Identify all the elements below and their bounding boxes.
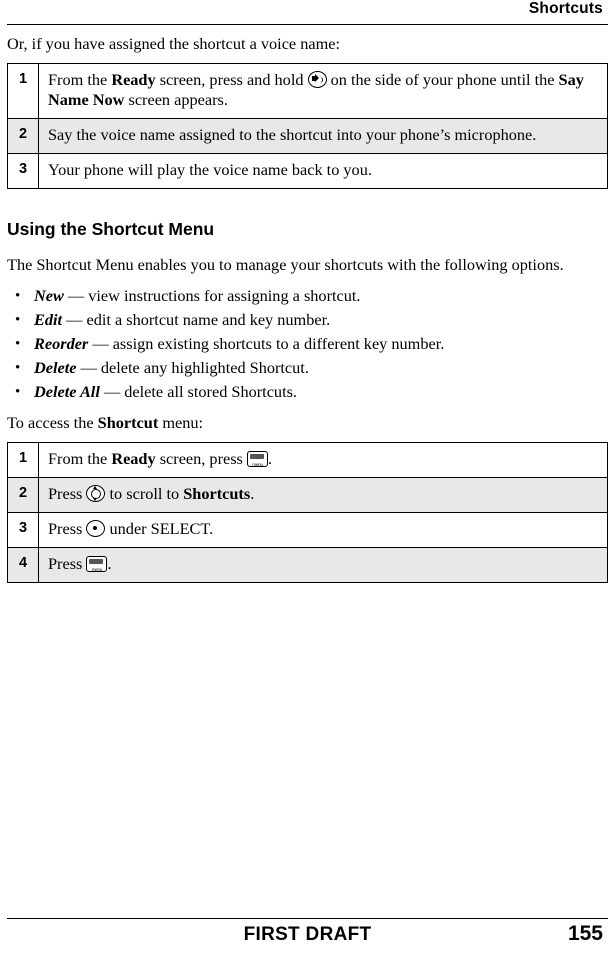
- section-description: The Shortcut Menu enables you to manage …: [7, 255, 564, 274]
- step-text: screen, press and hold: [155, 70, 308, 89]
- step-text: .: [250, 484, 255, 503]
- header-divider: [7, 24, 608, 25]
- page-header: Shortcuts: [0, 0, 615, 28]
- table-row: 1 From the Ready screen, press and hold o…: [7, 63, 608, 119]
- option-description: — edit a shortcut name and key number.: [62, 310, 331, 329]
- option-description: — assign existing shortcuts to a differe…: [88, 334, 445, 353]
- step-description: Press to scroll to Shortcuts.: [38, 477, 608, 513]
- option-name: Edit: [34, 310, 63, 329]
- table-row: 1 From the Ready screen, press menu.: [7, 442, 608, 478]
- step-text: Press: [48, 554, 87, 573]
- step-number: 1: [7, 442, 39, 478]
- step-number: 3: [7, 512, 39, 548]
- section-heading: Using the Shortcut Menu: [7, 219, 215, 239]
- step-number: 4: [7, 547, 39, 583]
- menu-key-bar: [249, 453, 264, 459]
- option-name: Reorder: [34, 334, 89, 353]
- option-description: — delete any highlighted Shortcut.: [76, 358, 309, 377]
- option-name: Delete All: [34, 382, 100, 401]
- step-text: under SELECT.: [105, 519, 214, 538]
- table-row: 2 Say the voice name assigned to the shor…: [7, 118, 608, 154]
- menu-key-label: menu: [91, 566, 103, 572]
- list-item: New — view instructions for assigning a …: [7, 284, 608, 308]
- option-name: Delete: [34, 358, 77, 377]
- navigation-key-icon: [86, 485, 106, 502]
- step-description: Press under SELECT.: [38, 512, 608, 548]
- step-number: 2: [7, 477, 39, 513]
- step-text: screen appears.: [124, 90, 228, 109]
- step-text: Press: [48, 484, 87, 503]
- nav-key-ring: [90, 488, 101, 499]
- select-key-dot: [93, 525, 98, 530]
- sound-wave-shape: [319, 76, 324, 83]
- step-text: From the: [48, 449, 112, 468]
- menu-key-icon: menu: [86, 556, 108, 572]
- step-text: Your phone will play the voice name back…: [48, 160, 372, 179]
- access-shortcut-menu-steps-table: 1 From the Ready screen, press menu. 2 Pres…: [7, 442, 608, 583]
- voice-name-steps-table: 1 From the Ready screen, press and hold o…: [7, 63, 608, 189]
- step-emphasis: Ready: [111, 449, 156, 468]
- step-description: Your phone will play the voice name back…: [38, 153, 608, 189]
- step-description: From the Ready screen, press and hold on…: [38, 63, 608, 119]
- step-emphasis: Shortcuts: [183, 484, 251, 503]
- intro-paragraph: Or, if you have assigned the shortcut a …: [7, 34, 341, 53]
- step-description: Say the voice name assigned to the short…: [38, 118, 608, 154]
- step-number: 1: [7, 63, 39, 119]
- step-text: .: [107, 554, 112, 573]
- table-row: 2 Press to scroll to Shortcuts.: [7, 477, 608, 513]
- step-text: on the side of your phone until the: [326, 70, 559, 89]
- footer-draft-label: FIRST DRAFT: [243, 924, 372, 945]
- select-key-icon: [86, 520, 106, 537]
- table-row: 3 Your phone will play the voice name bac…: [7, 153, 608, 189]
- option-description: — view instructions for assigning a shor…: [63, 286, 361, 305]
- menu-key-label: menu: [252, 461, 263, 467]
- option-description: — delete all stored Shortcuts.: [99, 382, 297, 401]
- menu-key-bar: [89, 558, 104, 564]
- footer-page-number: 155: [567, 922, 603, 945]
- access-intro-before: To access the: [7, 413, 98, 432]
- header-title: Shortcuts: [528, 0, 603, 17]
- step-text: Say the voice name assigned to the short…: [48, 125, 537, 144]
- page-content: Or, if you have assigned the shortcut a …: [7, 33, 608, 583]
- access-intro-after: menu:: [158, 413, 204, 432]
- step-text: to scroll to: [105, 484, 184, 503]
- step-number: 2: [7, 118, 39, 154]
- access-intro-bold: Shortcut: [97, 413, 159, 432]
- step-description: Press menu.: [38, 547, 608, 583]
- step-text: screen, press: [155, 449, 247, 468]
- table-row: 4 Press menu.: [7, 547, 608, 583]
- table-row: 3 Press under SELECT.: [7, 512, 608, 548]
- footer-divider: [7, 918, 608, 919]
- step-text: From the: [48, 70, 112, 89]
- step-emphasis: Ready: [111, 70, 156, 89]
- shortcut-menu-options-list: New — view instructions for assigning a …: [7, 284, 608, 404]
- step-description: From the Ready screen, press menu.: [38, 442, 608, 478]
- nav-down-arrow: [93, 498, 98, 502]
- access-intro-paragraph: To access the Shortcut menu:: [7, 412, 608, 433]
- step-text: Press: [48, 519, 87, 538]
- nav-up-arrow: [93, 485, 98, 489]
- option-name: New: [34, 286, 64, 305]
- page-footer: FIRST DRAFT 155: [0, 918, 615, 964]
- list-item: Edit — edit a shortcut name and key numb…: [7, 308, 608, 332]
- speaker-shape: [312, 74, 320, 82]
- list-item: Delete — delete any highlighted Shortcut…: [7, 356, 608, 380]
- menu-key-icon: menu: [246, 451, 268, 467]
- step-text: .: [267, 449, 273, 468]
- volume-key-icon: [307, 71, 327, 88]
- list-item: Reorder — assign existing shortcuts to a…: [7, 332, 608, 356]
- document-page: Shortcuts Or, if you have assigned the s…: [0, 0, 615, 964]
- step-number: 3: [7, 153, 39, 189]
- list-item: Delete All — delete all stored Shortcuts…: [7, 380, 608, 404]
